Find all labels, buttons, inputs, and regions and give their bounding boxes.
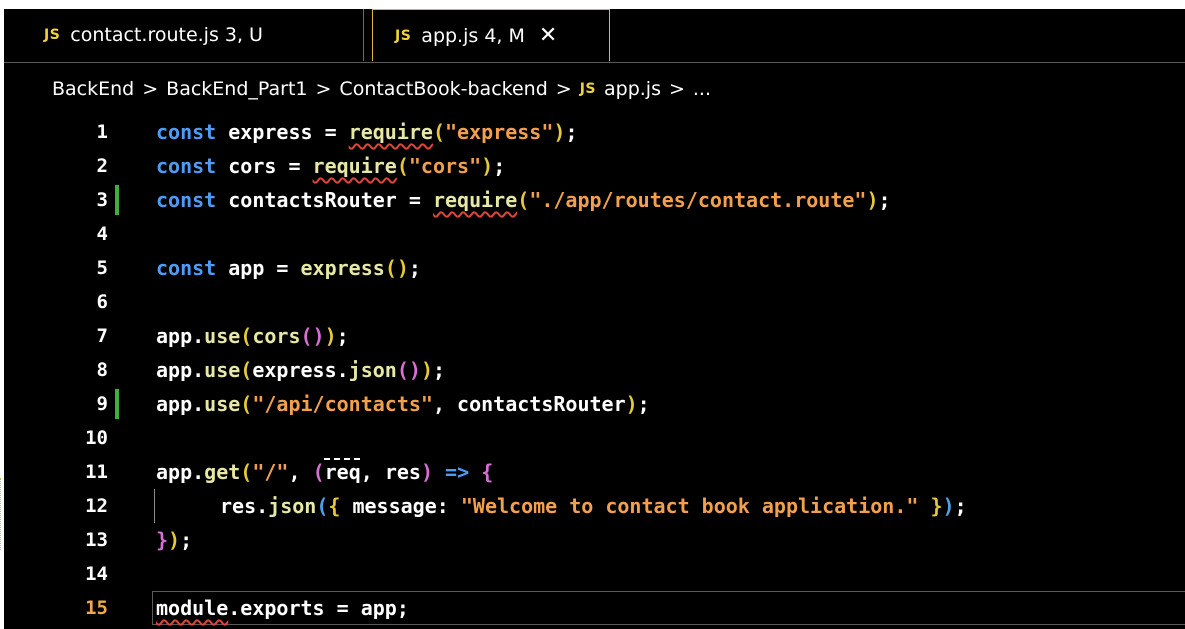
git-modified-marker[interactable] <box>115 389 119 419</box>
code-line: 10 <box>4 421 1185 455</box>
code-line: 3 const contactsRouter = require("./app/… <box>4 183 1185 217</box>
line-number: 11 <box>85 461 108 483</box>
line-code: module.exports = app; <box>156 596 409 620</box>
code-line: 1 const express = require("express"); <box>4 115 1185 149</box>
line-number: 9 <box>96 393 108 415</box>
line-number: 2 <box>96 155 108 177</box>
tab-label: app.js 4, M <box>421 24 525 47</box>
code-line: 5 const app = express(); <box>4 251 1185 285</box>
line-number: 6 <box>96 291 108 313</box>
js-file-icon: JS <box>395 27 412 44</box>
line-code: const cors = require("cors"); <box>156 154 506 178</box>
line-code: app.get("/", (req, res) => { <box>156 460 494 484</box>
line-number: 13 <box>85 529 108 551</box>
code-line: 11 app.get("/", (req, res) => { <box>4 455 1185 489</box>
line-number: 14 <box>85 563 108 585</box>
code-line: 4 <box>4 217 1185 251</box>
line-number: 10 <box>85 427 108 449</box>
line-number: 5 <box>96 257 108 279</box>
chevron-right-icon: > <box>315 77 332 100</box>
code-line: 8 app.use(express.json()); <box>4 353 1185 387</box>
code-line: 6 <box>4 285 1185 319</box>
line-number: 15 <box>85 597 108 619</box>
code-line: 7 app.use(cors()); <box>4 319 1185 353</box>
line-code: }); <box>156 528 193 552</box>
line-number: 1 <box>96 121 108 143</box>
line-code: app.use(cors()); <box>156 324 349 348</box>
close-icon[interactable]: ✕ <box>539 23 557 48</box>
line-number: 4 <box>96 223 108 245</box>
breadcrumb-item-backend-part1[interactable]: BackEnd_Part1 <box>166 78 307 100</box>
breadcrumb-item-backend[interactable]: BackEnd <box>52 78 134 100</box>
line-code: const app = express(); <box>156 256 421 280</box>
code-line: 2 const cors = require("cors"); <box>4 149 1185 183</box>
js-file-icon: JS <box>44 27 61 43</box>
chevron-right-icon: > <box>668 77 685 100</box>
code-line: 9 app.use("/api/contacts", contactsRoute… <box>4 387 1185 421</box>
breadcrumb-item-symbols[interactable]: ... <box>693 78 711 100</box>
line-number: 12 <box>85 495 108 517</box>
breadcrumb-item-file[interactable]: app.js <box>604 78 661 100</box>
breadcrumb: BackEnd > BackEnd_Part1 > ContactBook-ba… <box>4 62 1185 114</box>
code-line: 12 res.json({ message: "Welcome to conta… <box>4 489 1185 523</box>
js-file-icon: JS <box>579 80 596 97</box>
line-code: const express = require("express"); <box>156 120 578 144</box>
code-editor: JS contact.route.js 3, U JS app.js 4, M … <box>4 9 1185 629</box>
window-edge-marker <box>0 478 5 550</box>
tab-contact-route[interactable]: JS contact.route.js 3, U <box>4 9 364 61</box>
breadcrumb-item-contactbook-backend[interactable]: ContactBook-backend <box>339 78 547 100</box>
line-code: app.use(express.json()); <box>156 358 446 382</box>
code-line-current: 15 module.exports = app; <box>4 591 1185 625</box>
line-code: res.json({ message: "Welcome to contact … <box>220 494 967 518</box>
line-number: 3 <box>96 189 108 211</box>
tab-app-js[interactable]: JS app.js 4, M ✕ <box>372 9 610 61</box>
indent-guide <box>154 489 155 523</box>
line-code: app.use("/api/contacts", contactsRouter)… <box>156 392 650 416</box>
tab-bar: JS contact.route.js 3, U JS app.js 4, M … <box>4 9 1185 61</box>
chevron-right-icon: > <box>555 77 572 100</box>
tab-label: contact.route.js 3, U <box>70 24 263 46</box>
line-number: 8 <box>96 359 108 381</box>
line-code: const contactsRouter = require("./app/ro… <box>156 188 891 212</box>
git-modified-marker[interactable] <box>115 185 119 215</box>
code-area[interactable]: 1 const express = require("express"); 2 … <box>4 115 1185 629</box>
app-window: JS contact.route.js 3, U JS app.js 4, M … <box>0 0 1185 629</box>
line-number: 7 <box>96 325 108 347</box>
code-line: 14 <box>4 557 1185 591</box>
code-line: 13 }); <box>4 523 1185 557</box>
chevron-right-icon: > <box>142 77 159 100</box>
